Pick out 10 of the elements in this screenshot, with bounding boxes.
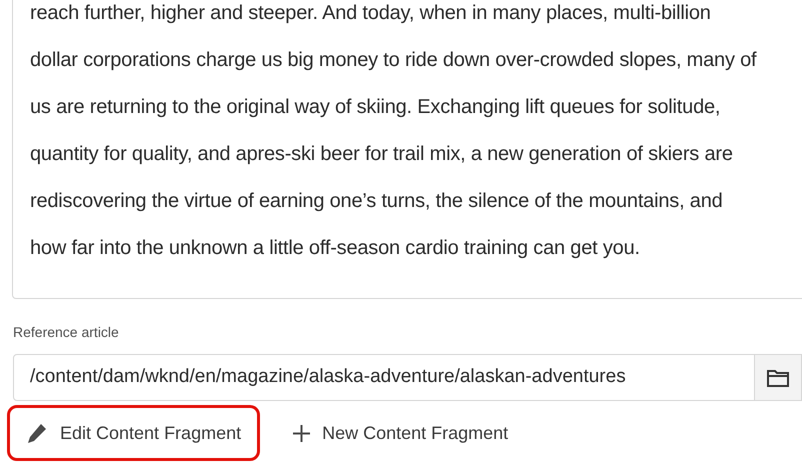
browse-button[interactable] bbox=[755, 354, 802, 401]
field-label: Reference article bbox=[13, 323, 119, 341]
plus-icon bbox=[293, 424, 310, 442]
edit-fragment-button[interactable]: Edit Content Fragment bbox=[7, 405, 260, 461]
new-fragment-button[interactable]: New Content Fragment bbox=[274, 405, 528, 461]
description-text: reach further, higher and steeper. And today, when in many places, multi-billion dollar corporations charge us big money to ride down over-crowded slopes, many of us are returning to the original way of skiing. Exchanging lift queues for solitude, quantity for quality, and apres-ski beer for trail mix, a new generation of skiers are rediscovering the virtue of earning one’s turns, the silence of the mountains, and how far into the unknown a little off-season cardio training can get you. bbox=[30, 1, 758, 261]
description-textarea[interactable] bbox=[12, 0, 802, 299]
pencil-icon bbox=[26, 422, 48, 444]
folder-icon bbox=[767, 368, 789, 386]
reference-path-field[interactable]: /content/dam/wknd/en/magazine/alaska-adventure/alaskan-adventures bbox=[13, 354, 755, 401]
